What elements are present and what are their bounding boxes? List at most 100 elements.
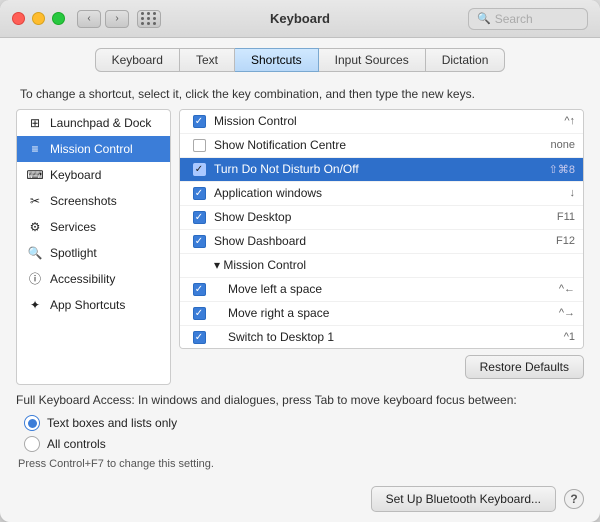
shortcut-row-show-dashboard[interactable]: ✓ Show Dashboard F12 — [180, 230, 583, 254]
checkbox-0[interactable]: ✓ — [193, 115, 206, 128]
sidebar-item-screenshots[interactable]: ✂ Screenshots — [17, 188, 170, 214]
shortcut-name-2: Turn Do Not Disturb On/Off — [210, 162, 549, 176]
tabs-bar: Keyboard Text Shortcuts Input Sources Di… — [0, 38, 600, 78]
launchpad-icon: ⊞ — [27, 115, 43, 131]
checkbox-8[interactable]: ✓ — [193, 307, 206, 320]
search-box[interactable]: 🔍 Search — [468, 8, 588, 30]
right-panel: ✓ Mission Control ^↑ Show Notification C… — [179, 109, 584, 385]
shortcut-key-8: ^→ — [559, 307, 575, 319]
sidebar-label-launchpad: Launchpad & Dock — [50, 116, 151, 130]
sidebar-label-accessibility: Accessibility — [50, 272, 115, 286]
check-cell-7: ✓ — [188, 283, 210, 296]
checkbox-7[interactable]: ✓ — [193, 283, 206, 296]
shortcut-name-7: Move left a space — [210, 282, 559, 296]
tab-text[interactable]: Text — [180, 48, 235, 72]
shortcut-row-move-left[interactable]: ✓ Move left a space ^← — [180, 278, 583, 302]
sidebar-item-launchpad[interactable]: ⊞ Launchpad & Dock — [17, 110, 170, 136]
bottom-bar: Set Up Bluetooth Keyboard... ? — [0, 480, 600, 522]
checkbox-3[interactable]: ✓ — [193, 187, 206, 200]
tab-dictation[interactable]: Dictation — [426, 48, 506, 72]
shortcuts-table: ✓ Mission Control ^↑ Show Notification C… — [179, 109, 584, 349]
maximize-button[interactable] — [52, 12, 65, 25]
shortcut-key-7: ^← — [559, 283, 575, 295]
check-cell-2: ✓ — [188, 163, 210, 176]
check-cell-5: ✓ — [188, 235, 210, 248]
bluetooth-keyboard-button[interactable]: Set Up Bluetooth Keyboard... — [371, 486, 556, 512]
shortcut-row-switch-desktop[interactable]: ✓ Switch to Desktop 1 ^1 — [180, 326, 583, 349]
checkbox-2[interactable]: ✓ — [193, 163, 206, 176]
shortcut-name-5: Show Dashboard — [210, 234, 556, 248]
app-grid-button[interactable] — [137, 10, 161, 28]
sidebar-item-keyboard[interactable]: ⌨ Keyboard — [17, 162, 170, 188]
sidebar-item-app-shortcuts[interactable]: ✦ App Shortcuts — [17, 292, 170, 318]
shortcut-row-move-right[interactable]: ✓ Move right a space ^→ — [180, 302, 583, 326]
shortcut-name-4: Show Desktop — [210, 210, 557, 224]
traffic-lights — [12, 12, 65, 25]
sidebar-label-spotlight: Spotlight — [50, 246, 97, 260]
sidebar-item-services[interactable]: ⚙ Services — [17, 214, 170, 240]
tab-input-sources[interactable]: Input Sources — [319, 48, 426, 72]
shortcut-key-1: none — [551, 139, 575, 151]
checkbox-9[interactable]: ✓ — [193, 331, 206, 344]
shortcut-name-9: Switch to Desktop 1 — [210, 330, 564, 344]
keyboard-icon: ⌨ — [27, 167, 43, 183]
sidebar-label-keyboard: Keyboard — [50, 168, 101, 182]
shortcut-name-3: Application windows — [210, 186, 570, 200]
tab-keyboard[interactable]: Keyboard — [95, 48, 180, 72]
radio-row-text-boxes[interactable]: Text boxes and lists only — [24, 415, 584, 431]
shortcut-name-8: Move right a space — [210, 306, 559, 320]
sidebar-label-services: Services — [50, 220, 96, 234]
main-content: ⊞ Launchpad & Dock ≡ Mission Control ⌨ K… — [0, 109, 600, 385]
restore-defaults-button[interactable]: Restore Defaults — [465, 355, 584, 379]
sidebar-item-mission-control[interactable]: ≡ Mission Control — [17, 136, 170, 162]
shortcut-key-3: ↓ — [570, 187, 576, 199]
radio-text-boxes[interactable] — [24, 415, 40, 431]
shortcut-row-show-desktop[interactable]: ✓ Show Desktop F11 — [180, 206, 583, 230]
radio-group: Text boxes and lists only All controls — [16, 415, 584, 452]
tab-shortcuts[interactable]: Shortcuts — [235, 48, 319, 72]
grid-dots-icon — [141, 12, 157, 25]
sidebar-label-screenshots: Screenshots — [50, 194, 117, 208]
screenshots-icon: ✂ — [27, 193, 43, 209]
checkbox-1[interactable] — [193, 139, 206, 152]
shortcut-row-app-windows[interactable]: ✓ Application windows ↓ — [180, 182, 583, 206]
restore-btn-row: Restore Defaults — [179, 349, 584, 385]
checkbox-4[interactable]: ✓ — [193, 211, 206, 224]
spotlight-icon: 🔍 — [27, 245, 43, 261]
fka-label: Full Keyboard Access: In windows and dia… — [16, 393, 584, 407]
back-button[interactable]: ‹ — [77, 10, 101, 28]
shortcut-name-1: Show Notification Centre — [210, 138, 551, 152]
shortcut-key-4: F11 — [557, 211, 575, 223]
checkbox-5[interactable]: ✓ — [193, 235, 206, 248]
description-text: To change a shortcut, select it, click t… — [0, 78, 600, 109]
help-button[interactable]: ? — [564, 489, 584, 509]
radio-all-controls[interactable] — [24, 436, 40, 452]
radio-row-all-controls[interactable]: All controls — [24, 436, 584, 452]
sidebar-item-accessibility[interactable]: ⓘ Accessibility — [17, 266, 170, 292]
sidebar-item-spotlight[interactable]: 🔍 Spotlight — [17, 240, 170, 266]
full-keyboard-access-area: Full Keyboard Access: In windows and dia… — [0, 385, 600, 480]
shortcut-name-6: ▾ Mission Control — [210, 258, 575, 272]
shortcut-row-notification[interactable]: Show Notification Centre none — [180, 134, 583, 158]
check-cell-9: ✓ — [188, 331, 210, 344]
check-cell-1 — [188, 139, 210, 152]
mission-control-icon: ≡ — [27, 141, 43, 157]
shortcut-row-do-not-disturb[interactable]: ✓ Turn Do Not Disturb On/Off ⇧⌘8 — [180, 158, 583, 182]
sidebar-label-mission-control: Mission Control — [50, 142, 133, 156]
shortcut-key-2: ⇧⌘8 — [549, 163, 575, 176]
shortcut-row-mc-sub[interactable]: ▾ Mission Control — [180, 254, 583, 278]
shortcut-key-9: ^1 — [564, 331, 575, 343]
minimize-button[interactable] — [32, 12, 45, 25]
check-cell-3: ✓ — [188, 187, 210, 200]
radio-label-text-boxes: Text boxes and lists only — [47, 416, 177, 430]
search-placeholder: Search — [495, 12, 533, 26]
shortcut-row-mission-control-header[interactable]: ✓ Mission Control ^↑ — [180, 110, 583, 134]
keyboard-window: ‹ › Keyboard 🔍 Search Keyboard Text Shor… — [0, 0, 600, 522]
nav-buttons: ‹ › — [77, 10, 129, 28]
check-cell-4: ✓ — [188, 211, 210, 224]
forward-button[interactable]: › — [105, 10, 129, 28]
window-title: Keyboard — [270, 11, 330, 26]
search-icon: 🔍 — [477, 12, 491, 25]
sidebar-label-app-shortcuts: App Shortcuts — [50, 298, 125, 312]
close-button[interactable] — [12, 12, 25, 25]
